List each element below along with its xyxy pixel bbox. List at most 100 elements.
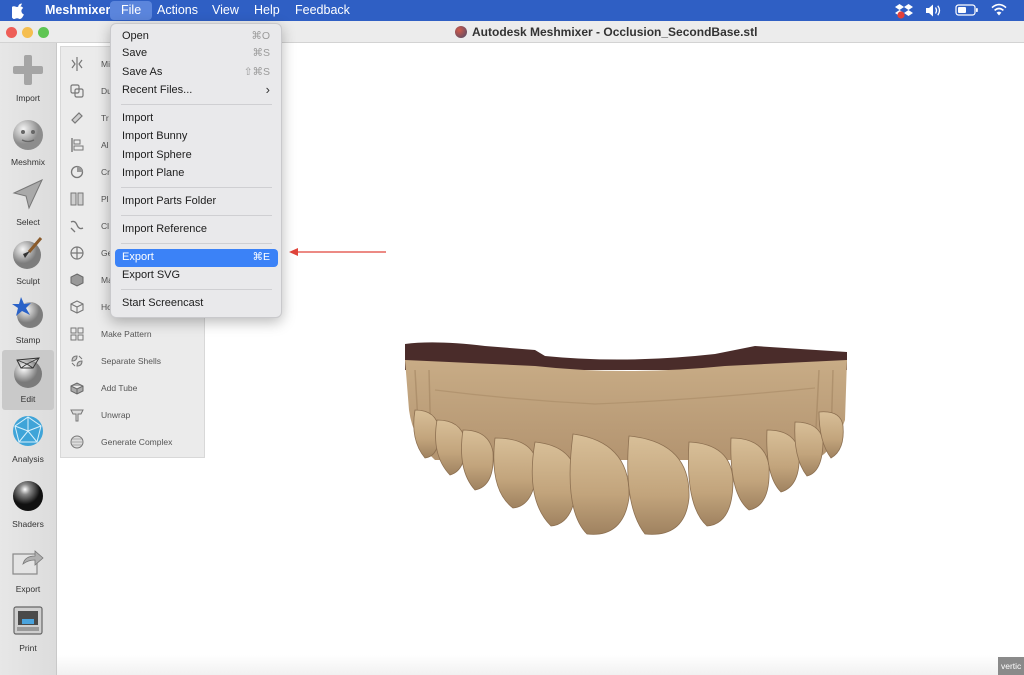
- edit-item-make-pattern[interactable]: Make Pattern: [61, 321, 206, 348]
- tool-analysis[interactable]: Analysis: [2, 410, 54, 470]
- make-pattern-icon: [70, 327, 84, 341]
- tool-import[interactable]: Import: [2, 49, 54, 109]
- menu-app-name[interactable]: Meshmixer: [45, 0, 110, 21]
- tool-stamp[interactable]: Stamp: [2, 291, 54, 351]
- menu-separator: [121, 289, 272, 290]
- file-menu-import-sphere[interactable]: Import Sphere: [115, 147, 278, 165]
- menu-item-shortcut: ⇧⌘S: [243, 66, 270, 78]
- edit-item-generate-complex[interactable]: Generate Complex: [61, 429, 206, 456]
- close-cracks-icon: [70, 220, 84, 233]
- tool-select[interactable]: Select: [2, 173, 54, 233]
- menu-item-label: Start Screencast: [122, 297, 204, 309]
- create-pivot-icon: [70, 165, 84, 179]
- edit-item-label: Mi: [101, 59, 110, 69]
- tool-label: Select: [16, 217, 40, 227]
- edit-item-add-tube[interactable]: Add Tube: [61, 375, 206, 402]
- file-menu-dropdown: Open ⌘O Save ⌘S Save As ⇧⌘S Recent Files...…: [110, 23, 282, 318]
- menu-item-label: Import Plane: [122, 167, 185, 179]
- file-menu-export[interactable]: Export ⌘E: [115, 249, 278, 267]
- apple-icon[interactable]: [9, 0, 28, 21]
- menu-bar: Meshmixer File Actions View Help Feedbac…: [0, 0, 1024, 21]
- tool-edit[interactable]: Edit: [2, 350, 54, 410]
- mirror-icon: [71, 57, 83, 71]
- annotation-arrow: [289, 248, 386, 256]
- edit-item-label: Generate Complex: [101, 437, 173, 447]
- screen: Meshmixer File Actions View Help Feedbac…: [0, 0, 1024, 675]
- meshmixer-logo-icon: [455, 26, 467, 38]
- dental-model[interactable]: [395, 330, 855, 545]
- tool-label: Meshmix: [10, 157, 45, 167]
- menu-file[interactable]: File: [110, 1, 153, 20]
- edit-item-label: Separate Shells: [101, 356, 162, 366]
- tool-export[interactable]: Export: [2, 540, 54, 600]
- file-menu-import[interactable]: Import: [115, 110, 278, 128]
- menu-separator: [121, 104, 272, 105]
- edit-item-label: Al: [101, 140, 109, 150]
- analysis-mesh-icon: [13, 416, 43, 446]
- menu-item-label: Export SVG: [122, 269, 181, 281]
- dropbox-icon[interactable]: [895, 3, 913, 19]
- tool-print[interactable]: Print: [2, 599, 54, 659]
- tool-label: Sculpt: [16, 276, 40, 286]
- tool-shaders[interactable]: Shaders: [2, 475, 54, 535]
- generate-complex-icon: [70, 435, 84, 449]
- menu-view[interactable]: View: [212, 0, 239, 21]
- edit-item-label: Cr: [101, 167, 110, 177]
- stamp-sphere-icon: [12, 297, 43, 328]
- file-menu-start-screencast[interactable]: Start Screencast: [115, 295, 278, 313]
- arrow-cursor-icon: [12, 178, 44, 210]
- tool-label: Print: [19, 643, 37, 653]
- file-menu-import-plane[interactable]: Import Plane: [115, 165, 278, 183]
- tool-label: Analysis: [12, 454, 44, 464]
- unwrap-icon: [70, 409, 84, 422]
- edit-item-separate-shells[interactable]: Separate Shells: [61, 348, 206, 375]
- menu-actions[interactable]: Actions: [157, 0, 198, 21]
- separate-shells-icon: [71, 355, 83, 367]
- export-icon: [12, 550, 44, 575]
- tool-sculpt[interactable]: Sculpt: [2, 232, 54, 292]
- make-solid-icon: [70, 273, 84, 287]
- tool-label: Edit: [20, 394, 36, 404]
- brush-sphere-icon: [13, 237, 43, 269]
- tool-label: Stamp: [15, 335, 41, 345]
- tool-label: Export: [15, 584, 41, 594]
- generate-face-groups-icon: [70, 246, 84, 260]
- volume-icon[interactable]: [925, 3, 943, 18]
- menu-feedback[interactable]: Feedback: [295, 0, 350, 21]
- menu-item-shortcut: ⌘E: [252, 251, 270, 263]
- close-window-button[interactable]: [6, 27, 17, 38]
- transform-icon: [71, 112, 83, 124]
- left-toolbar: Import Meshmix Select Sculpt Stamp Edit …: [0, 43, 57, 675]
- file-menu-save-as[interactable]: Save As ⇧⌘S: [115, 64, 278, 82]
- edit-item-label: Make Pattern: [101, 329, 152, 339]
- align-icon: [71, 138, 84, 152]
- file-menu-recent-files[interactable]: Recent Files... ›: [115, 82, 278, 100]
- hollow-icon: [70, 300, 84, 314]
- menu-help[interactable]: Help: [254, 0, 280, 21]
- file-menu-import-bunny[interactable]: Import Bunny: [115, 128, 278, 146]
- tool-meshmix[interactable]: Meshmix: [2, 113, 54, 173]
- file-menu-export-svg[interactable]: Export SVG: [115, 267, 278, 285]
- edit-item-label: Tr: [101, 113, 109, 123]
- menu-separator: [121, 187, 272, 188]
- window-title: Autodesk Meshmixer - Occlusion_SecondBas…: [455, 21, 757, 43]
- menu-item-label: Import Parts Folder: [122, 195, 217, 207]
- zoom-window-button[interactable]: [38, 27, 49, 38]
- window-title-text: Autodesk Meshmixer - Occlusion_SecondBas…: [472, 25, 758, 39]
- file-menu-import-parts-folder[interactable]: Import Parts Folder: [115, 193, 278, 211]
- menu-item-label: Import Reference: [122, 223, 207, 235]
- menu-item-shortcut: ⌘O: [251, 30, 270, 42]
- file-menu-open[interactable]: Open ⌘O: [115, 28, 278, 46]
- battery-icon[interactable]: [955, 3, 979, 18]
- file-menu-import-reference[interactable]: Import Reference: [115, 221, 278, 239]
- minimize-window-button[interactable]: [22, 27, 33, 38]
- menu-item-label: Import Sphere: [122, 149, 192, 161]
- edit-sphere-icon: [14, 357, 42, 388]
- shader-sphere-icon: [13, 481, 43, 511]
- menu-item-label: Import Bunny: [122, 130, 188, 142]
- menu-separator: [121, 215, 272, 216]
- menu-item-label: Recent Files...: [122, 84, 193, 96]
- edit-item-unwrap[interactable]: Unwrap: [61, 402, 206, 429]
- wifi-icon[interactable]: [991, 3, 1007, 18]
- file-menu-save[interactable]: Save ⌘S: [115, 45, 278, 63]
